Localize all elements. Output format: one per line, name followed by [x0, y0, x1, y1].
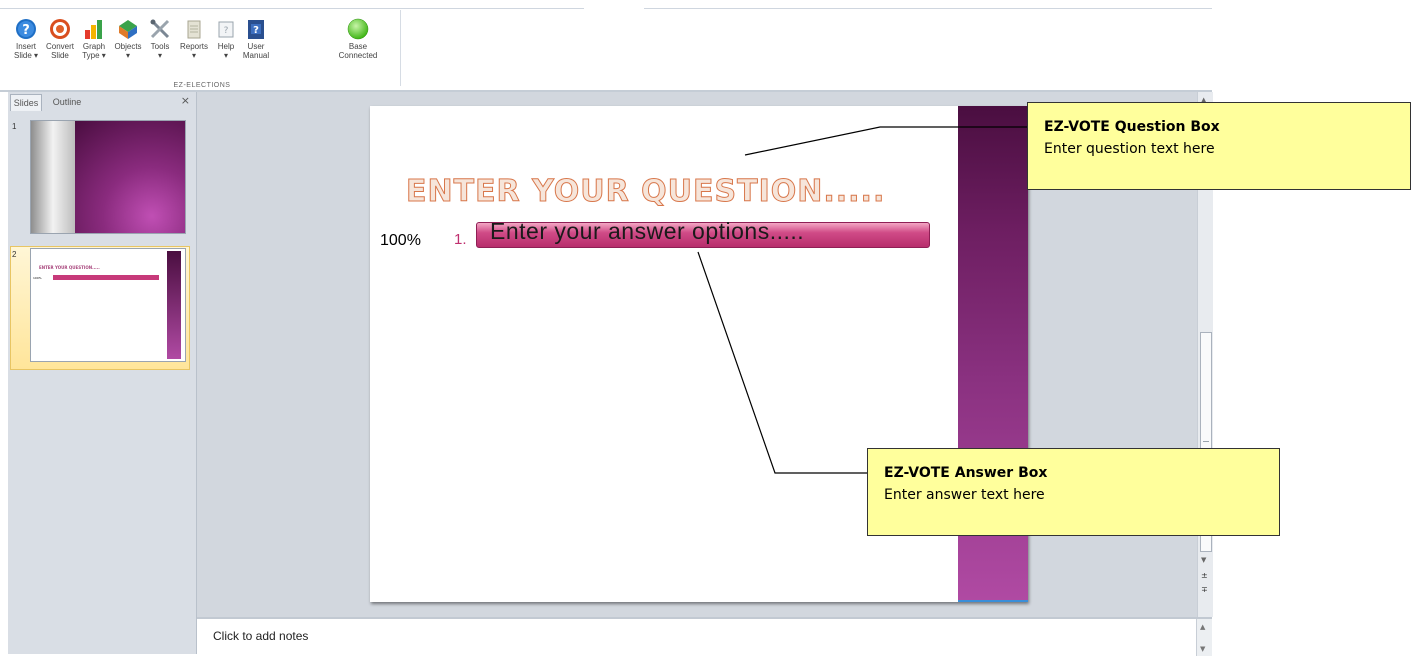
question-callout-body: Enter question text here: [1044, 141, 1215, 157]
answer-callout-title: EZ-VOTE Answer Box: [884, 465, 1048, 481]
question-callout-title: EZ-VOTE Question Box: [1044, 119, 1220, 135]
question-callout: EZ-VOTE Question Box Enter question text…: [1027, 102, 1411, 190]
answer-callout: EZ-VOTE Answer Box Enter answer text her…: [867, 448, 1280, 536]
answer-callout-body: Enter answer text here: [884, 487, 1045, 503]
question-leader-line: [744, 126, 1028, 156]
callout-leader-lines: [697, 126, 1028, 474]
answer-leader-line: [697, 251, 868, 474]
